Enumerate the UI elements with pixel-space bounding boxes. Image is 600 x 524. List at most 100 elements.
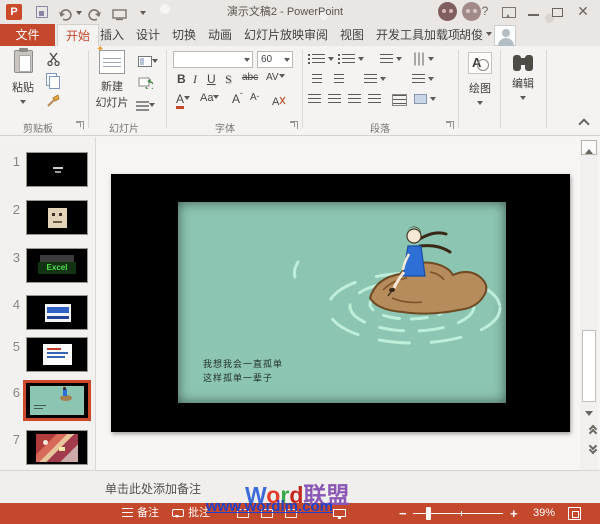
columns-dropdown-icon[interactable]: [380, 77, 386, 84]
close-button[interactable]: ✕: [572, 2, 594, 21]
numbering-icon[interactable]: [338, 54, 355, 64]
help-button[interactable]: ?: [474, 2, 496, 21]
scroll-down-button[interactable]: [581, 406, 597, 421]
fit-slide-to-window-button[interactable]: [568, 507, 581, 520]
slide-caption-line1: 我想我会一直孤单: [203, 359, 284, 369]
align-center-icon[interactable]: [328, 94, 341, 104]
bullets-dropdown-icon[interactable]: [328, 57, 334, 64]
justify-icon[interactable]: [368, 94, 381, 104]
font-color-icon: A: [176, 92, 185, 109]
tab-file[interactable]: 文件: [0, 24, 55, 46]
numbering-dropdown-icon[interactable]: [358, 57, 364, 64]
font-dialog-launcher[interactable]: [290, 121, 298, 129]
font-name-combo[interactable]: [173, 51, 253, 68]
align-right-icon[interactable]: [348, 94, 361, 104]
collapse-ribbon-button[interactable]: [578, 118, 590, 126]
slideshow-view-button[interactable]: [333, 509, 346, 519]
slide-layout-button[interactable]: [138, 54, 158, 72]
vertical-scrollbar[interactable]: [580, 140, 598, 470]
spacing-dropdown-icon: [278, 73, 285, 81]
tab-animations[interactable]: 动画: [200, 24, 240, 46]
slide-canvas[interactable]: 我想我会一直孤单 这样孤单一辈子: [111, 174, 570, 432]
line-spacing-icon[interactable]: [380, 54, 393, 64]
smartart-icon[interactable]: [414, 94, 427, 104]
scroll-up-icon: [585, 145, 593, 154]
next-slide-button[interactable]: [581, 441, 598, 458]
thumbnail-image: [26, 200, 88, 235]
paragraph-dialog-launcher[interactable]: [446, 121, 454, 129]
text-direction-icon[interactable]: [413, 52, 424, 66]
increase-indent-icon[interactable]: [334, 74, 344, 84]
align-text-icon[interactable]: [412, 74, 425, 84]
underline-button[interactable]: U: [207, 72, 216, 86]
text-direction-dropdown-icon[interactable]: [428, 57, 434, 64]
clear-formatting-button[interactable]: A: [272, 94, 286, 112]
italic-button[interactable]: I: [193, 72, 197, 87]
character-spacing-button[interactable]: AV: [266, 72, 285, 83]
bullets-icon[interactable]: [308, 54, 325, 64]
smartart-dropdown-icon[interactable]: [430, 97, 436, 104]
powerpoint-app-icon[interactable]: P: [6, 4, 22, 20]
reset-slide-button[interactable]: [138, 76, 155, 94]
strikethrough-button[interactable]: abc: [242, 72, 258, 83]
zoom-out-button[interactable]: −: [399, 503, 407, 524]
shrink-font-button[interactable]: Aˇ: [250, 92, 259, 104]
distribute-icon[interactable]: [392, 94, 407, 106]
undo-button[interactable]: [56, 3, 74, 21]
save-icon[interactable]: [36, 6, 48, 18]
notes-pane[interactable]: 单击此处添加备注: [0, 470, 600, 503]
slide-editing-area[interactable]: 我想我会一直孤单 这样孤单一辈子: [97, 137, 579, 470]
tab-design[interactable]: 设计: [128, 24, 168, 46]
tab-insert[interactable]: 插入: [92, 24, 132, 46]
slide-number: 7: [12, 432, 20, 447]
font-color-button[interactable]: A: [176, 92, 191, 109]
scrollbar-thumb[interactable]: [582, 330, 596, 402]
zoom-level[interactable]: 39%: [533, 503, 555, 524]
change-case-button[interactable]: Aa: [200, 92, 220, 104]
thumbnail-image: [26, 337, 88, 372]
user-account[interactable]: 胡俊: [459, 24, 493, 46]
new-slide-button[interactable]: 新建 幻灯片: [92, 44, 132, 110]
user-avatar[interactable]: [494, 25, 516, 46]
text-shadow-button[interactable]: S: [225, 72, 232, 87]
clipboard-dialog-launcher[interactable]: [76, 121, 84, 129]
zoom-in-button[interactable]: +: [510, 503, 518, 524]
grow-font-button[interactable]: Aˆ: [232, 92, 243, 106]
slide-sorter-view-button[interactable]: [261, 509, 273, 518]
font-size-combo[interactable]: 60: [257, 51, 293, 68]
font-color-dropdown-icon: [184, 96, 191, 103]
scroll-up-button[interactable]: [581, 140, 597, 155]
tab-transitions[interactable]: 切换: [164, 24, 204, 46]
cut-button[interactable]: [46, 52, 61, 71]
copy-button[interactable]: [46, 73, 54, 91]
drawing-button[interactable]: 绘图: [462, 52, 498, 114]
format-painter-button[interactable]: [46, 94, 61, 113]
font-group-label: 字体: [215, 124, 235, 135]
decrease-indent-icon[interactable]: [312, 74, 322, 84]
section-button[interactable]: [136, 98, 155, 116]
tab-review[interactable]: 审阅: [296, 24, 336, 46]
normal-view-button[interactable]: [237, 509, 249, 518]
zoom-slider-thumb[interactable]: [426, 507, 431, 520]
paste-button[interactable]: 粘贴: [6, 48, 40, 113]
align-text-dropdown-icon[interactable]: [428, 77, 434, 84]
main-area: 1 2 3 Excel 4 5 6 7 我想我会一直孤单 这样孤单一辈子: [0, 137, 600, 470]
scroll-down-icon: [585, 411, 593, 420]
align-left-icon[interactable]: [308, 94, 321, 104]
notes-placeholder[interactable]: 单击此处添加备注: [105, 480, 201, 497]
powerpoint-window: P 演示文稿2 - PowerPoint ? ✕ 文件 开始 插入 设计 切换 …: [0, 0, 600, 524]
maximize-button[interactable]: [546, 2, 568, 21]
slide-picture[interactable]: 我想我会一直孤单 这样孤单一辈子: [178, 202, 506, 403]
previous-slide-button[interactable]: [581, 424, 598, 441]
ribbon-display-options-button[interactable]: [498, 2, 520, 25]
notes-toggle-button[interactable]: 备注: [122, 503, 159, 524]
columns-icon[interactable]: [364, 74, 377, 84]
editing-button[interactable]: 编辑: [504, 52, 542, 109]
reading-view-button[interactable]: [285, 509, 297, 518]
line-spacing-dropdown-icon[interactable]: [396, 57, 402, 64]
tab-view[interactable]: 视图: [332, 24, 372, 46]
minimize-button[interactable]: [522, 2, 544, 21]
bold-button[interactable]: B: [177, 72, 186, 86]
window-title: 演示文稿2 - PowerPoint: [226, 6, 344, 18]
comments-toggle-button[interactable]: 批注: [172, 503, 210, 524]
